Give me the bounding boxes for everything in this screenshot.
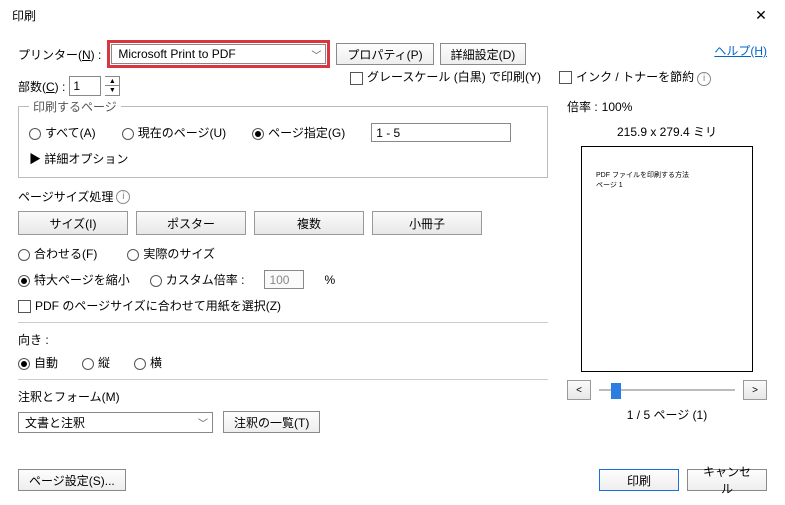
- tab-poster[interactable]: ポスター: [136, 211, 246, 235]
- print-range-group: 印刷するページ すべて(A) 現在のページ(U) ページ指定(G) ▶ 詳細オプ…: [18, 98, 548, 178]
- tab-booklet[interactable]: 小冊子: [372, 211, 482, 235]
- chevron-down-icon: ﹀: [311, 47, 321, 62]
- orientation-auto-radio[interactable]: 自動: [18, 354, 58, 371]
- tab-multiple[interactable]: 複数: [254, 211, 364, 235]
- info-icon[interactable]: i: [116, 190, 130, 204]
- range-current-radio[interactable]: 現在のページ(U): [122, 124, 226, 141]
- properties-button[interactable]: プロパティ(P): [336, 43, 433, 65]
- copies-label: 部数(C) :: [18, 78, 65, 95]
- fit-radio[interactable]: 合わせる(F): [18, 245, 97, 262]
- orientation-portrait-radio[interactable]: 縦: [82, 354, 110, 371]
- paper-size: 215.9 x 279.4 ミリ: [617, 125, 717, 139]
- dialog-title: 印刷: [12, 7, 36, 24]
- orientation-landscape-radio[interactable]: 横: [134, 354, 162, 371]
- info-icon[interactable]: i: [697, 72, 711, 86]
- page-setup-button[interactable]: ページ設定(S)...: [18, 469, 126, 491]
- save-ink-checkbox[interactable]: インク / トナーを節約i: [559, 68, 711, 86]
- pages-input[interactable]: [371, 123, 511, 142]
- summarize-comments-button[interactable]: 注釈の一覧(T): [223, 411, 320, 433]
- printer-highlight: Microsoft Print to PDF ﹀: [107, 40, 330, 68]
- tab-size[interactable]: サイズ(I): [18, 211, 128, 235]
- page-slider[interactable]: [599, 380, 735, 400]
- actual-size-radio[interactable]: 実際のサイズ: [127, 245, 215, 262]
- pdf-pagesize-checkbox[interactable]: PDF のページサイズに合わせて用紙を選択(Z): [18, 297, 281, 314]
- page-indicator: 1 / 5 ページ (1): [627, 408, 707, 422]
- comments-forms-dropdown[interactable]: 文書と注釈 ﹀: [18, 412, 213, 433]
- size-handling-title: ページサイズ処理: [18, 188, 113, 205]
- preview-text-1: PDF ファイルを印刷する方法: [596, 171, 738, 181]
- printer-dropdown[interactable]: Microsoft Print to PDF ﹀: [111, 44, 326, 64]
- grayscale-checkbox[interactable]: グレースケール (白黒) で印刷(Y): [350, 68, 541, 85]
- cancel-button[interactable]: キャンセル: [687, 469, 767, 491]
- printer-selected: Microsoft Print to PDF: [118, 47, 235, 61]
- scale-value: 100%: [602, 100, 633, 114]
- range-all-radio[interactable]: すべて(A): [29, 124, 96, 141]
- close-button[interactable]: ✕: [741, 1, 781, 29]
- preview-text-2: ページ 1: [596, 181, 738, 191]
- print-button[interactable]: 印刷: [599, 469, 679, 491]
- shrink-radio[interactable]: 特大ページを縮小: [18, 271, 130, 288]
- printer-label: プリンター(N) :: [18, 46, 101, 63]
- custom-scale-input: [264, 270, 304, 289]
- advanced-settings-button[interactable]: 詳細設定(D): [440, 43, 527, 65]
- next-page-button[interactable]: >: [743, 380, 767, 400]
- orientation-title: 向き :: [18, 331, 49, 348]
- print-range-legend: 印刷するページ: [29, 98, 121, 115]
- range-pages-radio[interactable]: ページ指定(G): [252, 124, 345, 141]
- preview-page: PDF ファイルを印刷する方法 ページ 1: [581, 146, 753, 372]
- comments-forms-title: 注釈とフォーム(M): [18, 388, 120, 405]
- percent-label: %: [324, 273, 335, 287]
- prev-page-button[interactable]: <: [567, 380, 591, 400]
- chevron-down-icon: ﹀: [198, 415, 208, 430]
- scale-label: 倍率 :: [567, 98, 598, 115]
- copies-input[interactable]: [69, 76, 101, 96]
- more-options-toggle[interactable]: ▶ 詳細オプション: [29, 150, 128, 167]
- custom-scale-radio[interactable]: カスタム倍率 :: [150, 271, 245, 288]
- copies-spinner[interactable]: ▲▼: [105, 76, 120, 96]
